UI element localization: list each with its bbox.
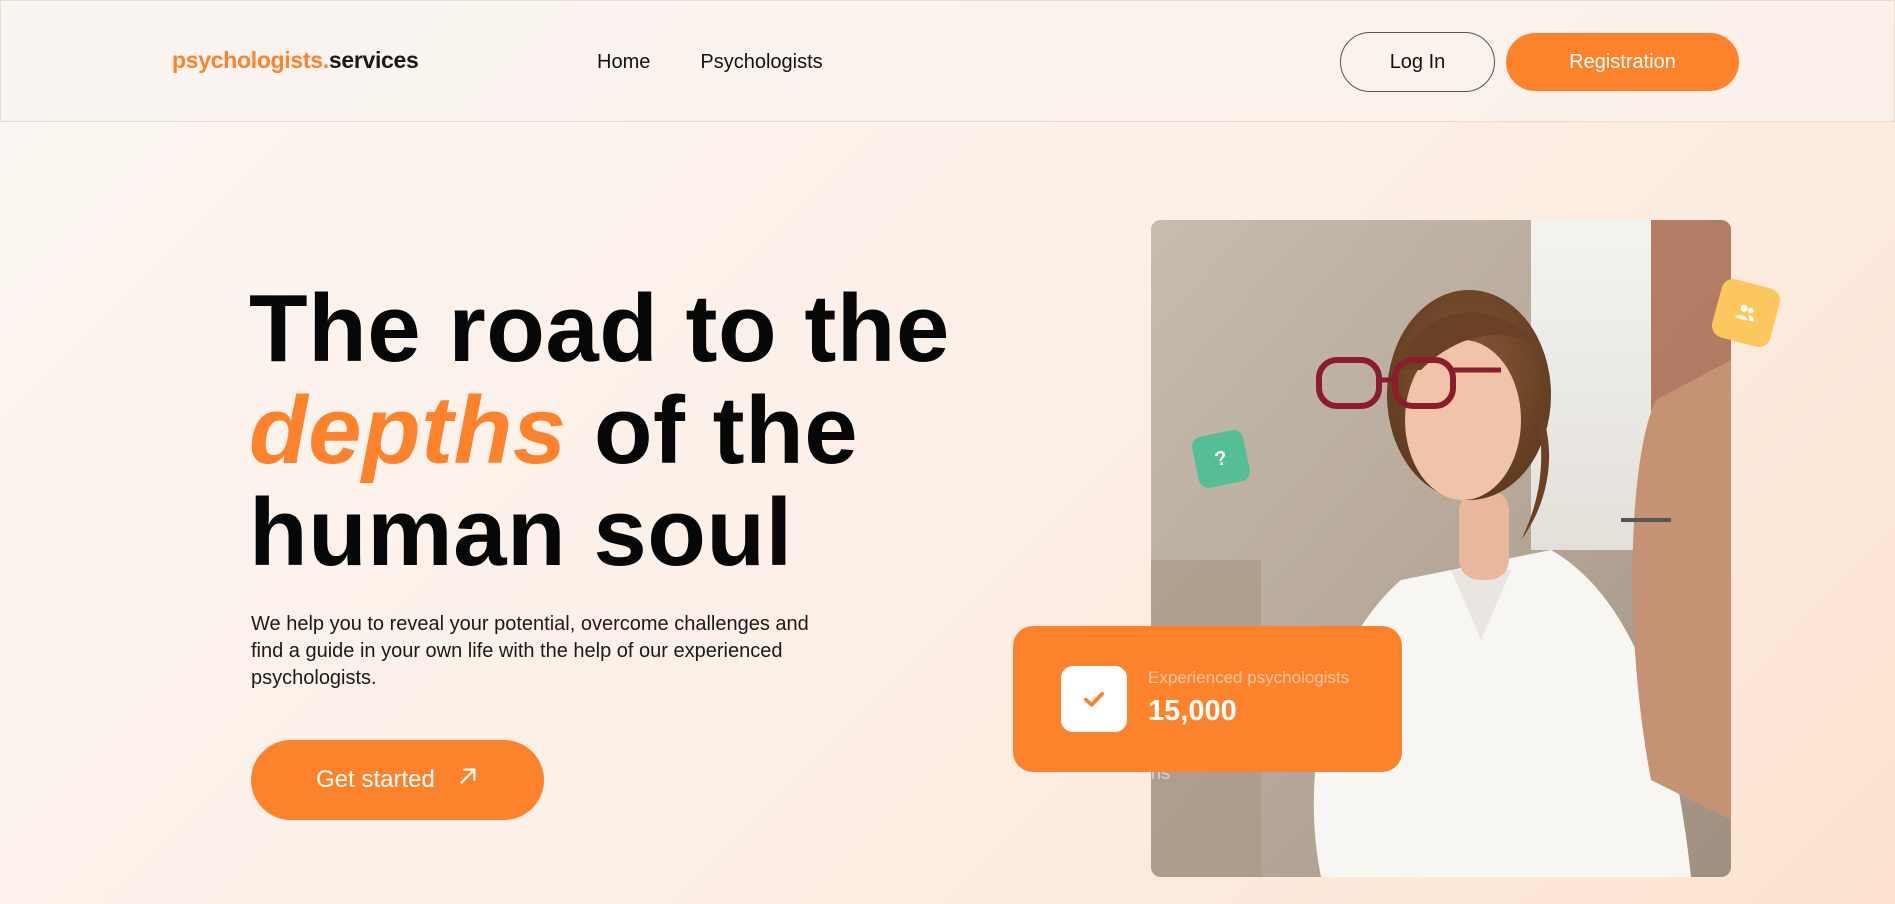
hero-title-accent: depths bbox=[249, 377, 567, 484]
hero-title-line3: human soul bbox=[249, 479, 793, 586]
question-icon: ? bbox=[1212, 446, 1230, 471]
stat-card: Experienced psychologists 15,000 bbox=[1013, 626, 1402, 772]
check-badge bbox=[1061, 666, 1127, 732]
nav-item-psychologists[interactable]: Psychologists bbox=[700, 51, 822, 74]
registration-button[interactable]: Registration bbox=[1506, 33, 1739, 91]
site-header: psychologists.services Home Psychologist… bbox=[0, 0, 1895, 122]
nav-item-home[interactable]: Home bbox=[597, 51, 650, 74]
logo-accent-text: psychologists. bbox=[172, 47, 329, 73]
get-started-label: Get started bbox=[316, 766, 435, 793]
logo-text: services bbox=[328, 47, 419, 73]
arrow-up-right-icon bbox=[460, 768, 476, 784]
question-badge: ? bbox=[1190, 428, 1252, 490]
hero-title-line2: of the bbox=[566, 377, 859, 484]
stat-label: Experienced psychologists bbox=[1148, 668, 1350, 687]
login-button[interactable]: Log In bbox=[1340, 32, 1495, 92]
hero-photo: ns bbox=[1151, 220, 1731, 877]
users-icon bbox=[1735, 304, 1754, 322]
woman-portrait-image: ns bbox=[1151, 220, 1731, 877]
logo[interactable]: psychologists.services bbox=[172, 47, 419, 74]
stat-value: 15,000 bbox=[1148, 695, 1237, 727]
check-icon bbox=[1083, 691, 1105, 707]
hero-title: The road to the depths of the human soul bbox=[249, 278, 1009, 584]
hero-title-line1: The road to the bbox=[249, 275, 950, 382]
get-started-button[interactable]: Get started bbox=[251, 740, 544, 820]
hero-subtitle: We help you to reveal your potential, ov… bbox=[251, 613, 809, 689]
main-nav: Home Psychologists bbox=[597, 51, 823, 74]
